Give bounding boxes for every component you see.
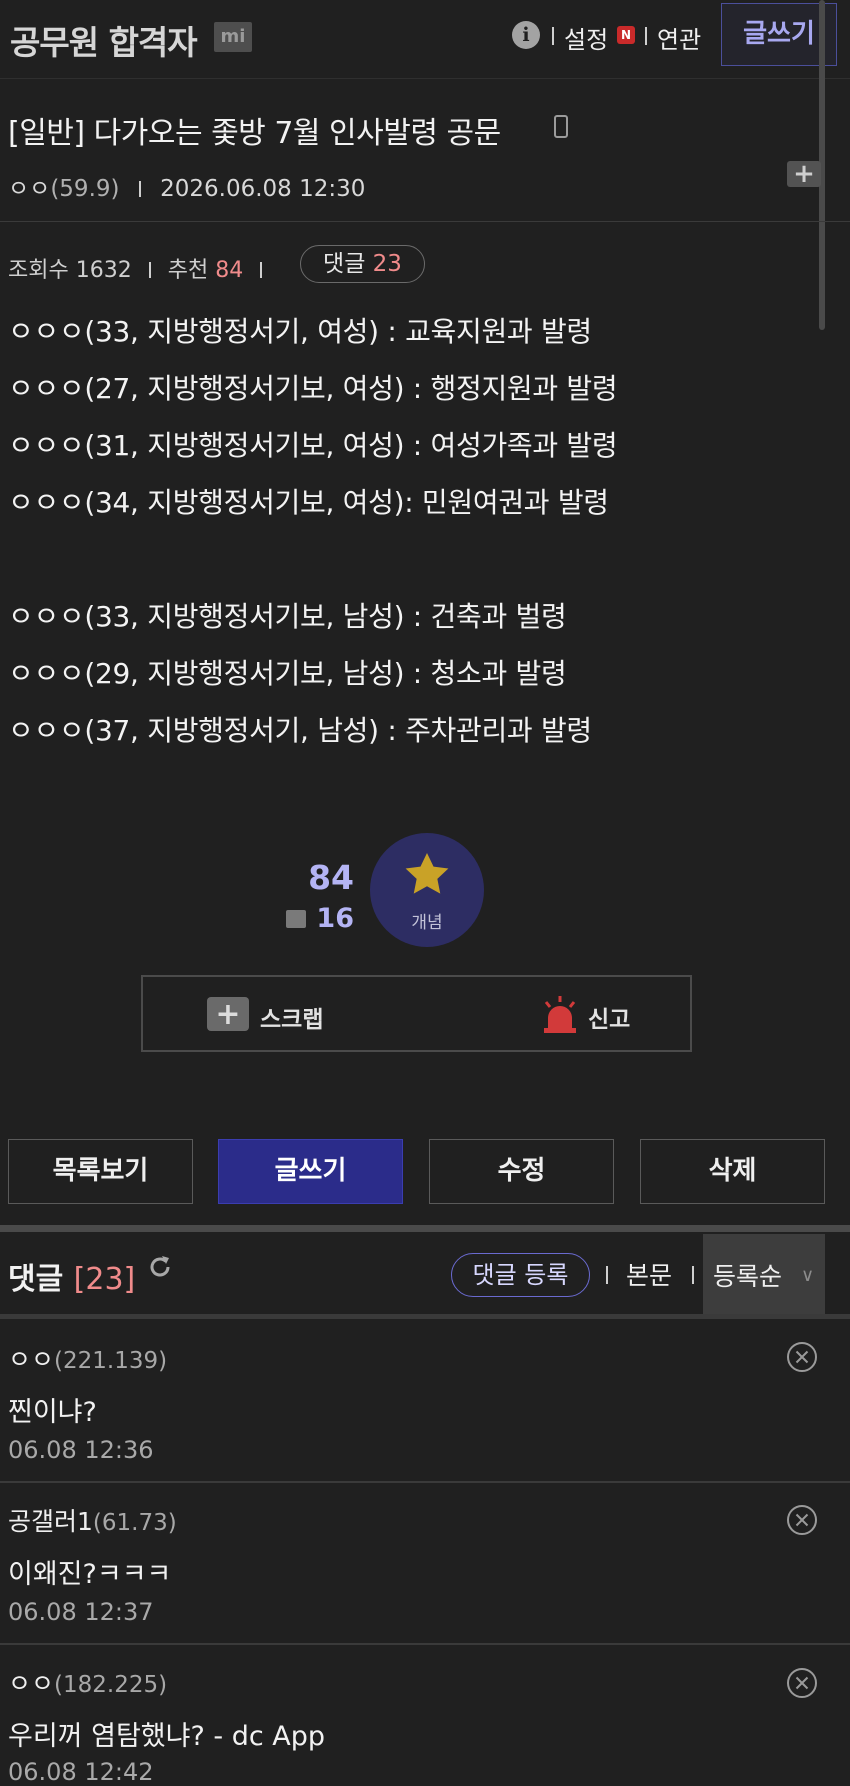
comments-divider [0, 1314, 850, 1319]
gallery-title[interactable]: 공무원 합격자 [10, 16, 198, 64]
folder-add-icon[interactable]: + [787, 161, 821, 187]
delete-comment-icon[interactable] [786, 1504, 818, 1536]
separator [692, 1266, 694, 1284]
comment-label: 댓글 [323, 251, 366, 277]
separator [260, 262, 263, 278]
comment-divider [0, 1643, 850, 1645]
divider [0, 221, 850, 222]
body-line: ㅇㅇㅇ(31, 지방행정서기보, 여성) : 여성가족과 발령 [8, 429, 618, 462]
comment-text: 이왜진?ㅋㅋㅋ [8, 1559, 172, 1590]
star-icon [405, 852, 449, 894]
comment-date: 06.08 12:37 [8, 1598, 154, 1626]
comment-author[interactable]: ㅇㅇ(182.225) [8, 1664, 167, 1700]
body-line: ㅇㅇㅇ(37, 지방행정서기, 남성) : 주차관리과 발령 [8, 714, 592, 747]
comment-ip: (221.139) [54, 1348, 168, 1374]
header-separator [552, 27, 554, 45]
list-button[interactable]: 목록보기 [8, 1139, 193, 1204]
views-count: 1632 [75, 258, 132, 283]
recommend-button-label: 개념 [411, 913, 443, 933]
comment-date: 06.08 12:42 [8, 1758, 154, 1786]
separator [148, 262, 151, 278]
comments-total: [23] [73, 1262, 136, 1297]
comment-ip: (182.225) [54, 1672, 168, 1698]
comment-date: 06.08 12:36 [8, 1436, 154, 1464]
comments-title: 댓글 [23] [8, 1254, 135, 1298]
header-separator [645, 27, 647, 45]
related-link[interactable]: 연관 [657, 20, 701, 55]
post-stats: 조회수 1632 추천 84 [8, 252, 272, 284]
author-nick[interactable]: ㅇㅇ [8, 176, 50, 202]
comment-divider [0, 1481, 850, 1483]
comment-text: 찐이냐? [8, 1397, 97, 1428]
body-line: ㅇㅇㅇ(29, 지방행정서기보, 남성) : 청소과 발령 [8, 657, 567, 690]
post-author-line: ㅇㅇ(59.9) 2026.06.08 12:30 [8, 169, 365, 203]
comment-count: 23 [372, 251, 402, 277]
comment-nick: ㅇㅇ [8, 1345, 55, 1374]
delete-comment-icon[interactable] [786, 1667, 818, 1699]
separator [606, 1266, 608, 1284]
recommend-count: 84 [215, 258, 244, 283]
comment-nick: ㅇㅇ [8, 1669, 55, 1698]
body-line: ㅇㅇㅇ(33, 지방행정서기보, 남성) : 건축과 벌령 [8, 600, 567, 633]
folder-add-icon[interactable]: + [207, 997, 249, 1032]
views-label: 조회수 [8, 258, 69, 283]
comments-title-label: 댓글 [8, 1262, 64, 1297]
delete-comment-icon[interactable] [786, 1341, 818, 1373]
comment-text: 우리꺼 염탐했냐? - dc App [8, 1721, 326, 1752]
siren-icon[interactable] [540, 994, 580, 1034]
comment-ip: (61.73) [92, 1510, 177, 1536]
new-badge: N [617, 26, 635, 44]
comment-count-pill[interactable]: 댓글 23 [300, 245, 425, 283]
write-button[interactable]: 글쓰기 [218, 1139, 403, 1204]
post-title: [일반] 다가오는 좇방 7월 인사발령 공문 [8, 116, 501, 151]
minor-gallery-badge: mi [214, 22, 252, 52]
post-datetime: 2026.06.08 12:30 [160, 176, 366, 202]
body-line: ㅇㅇㅇ(34, 지방행정서기보, 여성): 민원여권과 발령 [8, 486, 609, 519]
settings-link[interactable]: 설정 [564, 20, 608, 55]
separator [138, 181, 141, 197]
body-link[interactable]: 본문 [626, 1256, 672, 1292]
comment-register-button[interactable]: 댓글 등록 [451, 1253, 590, 1297]
body-line: ㅇㅇㅇ(33, 지방행정서기, 여성) : 교육지원과 발령 [8, 315, 592, 348]
edit-button[interactable]: 수정 [429, 1139, 614, 1204]
comment-author[interactable]: 공갤러1(61.73) [8, 1502, 177, 1538]
info-icon[interactable]: i [512, 21, 540, 49]
mobile-icon [554, 115, 568, 138]
comment-nick: 공갤러1 [8, 1507, 93, 1536]
chevron-down-icon: ∨ [801, 1265, 815, 1286]
fix-recommend-count: 16 [316, 903, 354, 934]
recommend-total: 84 [308, 858, 354, 897]
report-button[interactable]: 신고 [588, 1000, 630, 1034]
author-ip: (59.9) [50, 176, 120, 202]
body-line: ㅇㅇㅇ(27, 지방행정서기보, 여성) : 행정지원과 발령 [8, 372, 618, 405]
comment-author[interactable]: ㅇㅇ(221.139) [8, 1340, 167, 1376]
fix-recommend-icon [286, 910, 306, 928]
comments-divider [0, 1225, 850, 1232]
recommend-label: 추천 [167, 258, 209, 283]
delete-button[interactable]: 삭제 [640, 1139, 825, 1204]
refresh-icon[interactable] [146, 1253, 174, 1281]
scrap-button[interactable]: 스크랩 [260, 1000, 323, 1034]
order-select-label: 등록순 [713, 1262, 783, 1291]
